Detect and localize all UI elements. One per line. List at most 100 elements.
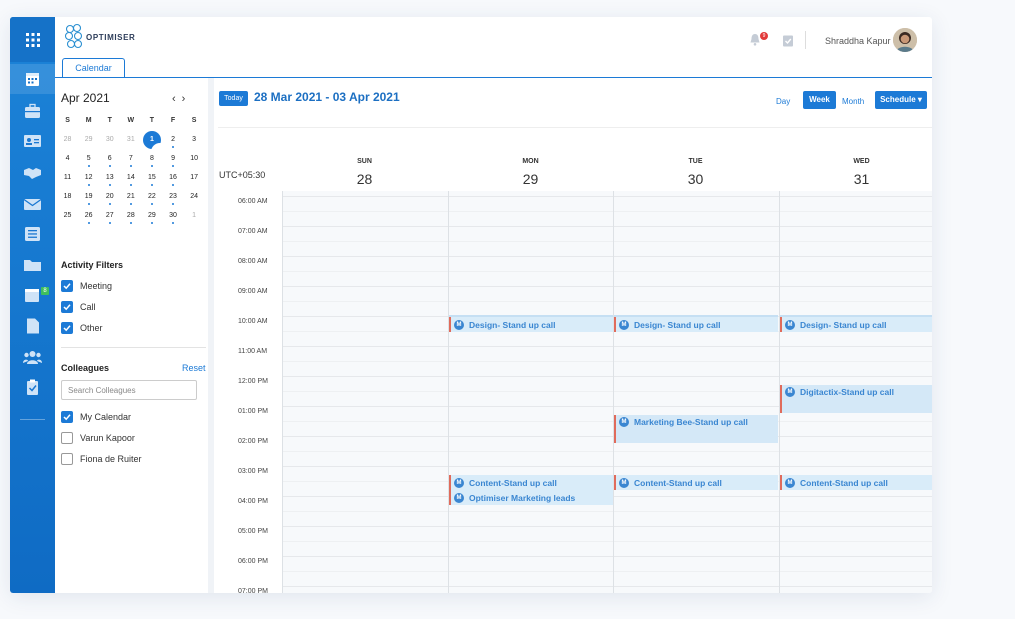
- mini-calendar-day[interactable]: 23: [162, 190, 183, 209]
- colleague-item[interactable]: Varun Kapoor: [61, 432, 135, 444]
- contact-card-icon[interactable]: [23, 133, 42, 149]
- mini-calendar-day[interactable]: 1: [141, 131, 169, 161]
- mini-calendar-day[interactable]: 21: [120, 190, 141, 209]
- mini-calendar-day[interactable]: 31: [120, 133, 141, 152]
- avatar[interactable]: [893, 28, 917, 52]
- sidebar-divider: [61, 347, 206, 348]
- view-day-button[interactable]: Day: [776, 97, 790, 106]
- mini-calendar-day[interactable]: 24: [184, 190, 205, 209]
- calendar-event[interactable]: M Content-Stand up call: [780, 475, 932, 490]
- user-name[interactable]: Shraddha Kapur: [825, 36, 891, 46]
- colleague-item[interactable]: Fiona de Ruiter: [61, 453, 142, 465]
- team-icon[interactable]: [23, 349, 42, 365]
- mini-calendar-day[interactable]: 29: [141, 209, 162, 228]
- reset-link[interactable]: Reset: [182, 363, 206, 373]
- mini-calendar-day[interactable]: 14: [120, 171, 141, 190]
- calendar-event[interactable]: M Design- Stand up call: [449, 317, 613, 332]
- checkbox[interactable]: [61, 322, 73, 334]
- mini-calendar-day[interactable]: 22: [141, 190, 162, 209]
- time-label: 08:00 AM: [238, 258, 268, 265]
- mini-calendar-day[interactable]: 10: [184, 152, 205, 171]
- colleague-item[interactable]: My Calendar: [61, 411, 131, 423]
- mini-calendar-day[interactable]: 17: [184, 171, 205, 190]
- checkbox[interactable]: [61, 453, 73, 465]
- day-header-wed[interactable]: WED 31: [779, 158, 932, 187]
- clipboard-icon[interactable]: [23, 379, 42, 395]
- activity-calendar-icon[interactable]: [23, 287, 42, 303]
- list-icon[interactable]: [23, 226, 42, 242]
- briefcase-icon[interactable]: [23, 103, 42, 119]
- mini-calendar-day[interactable]: 12: [78, 171, 99, 190]
- event-dot: [87, 165, 90, 167]
- event-dot: [172, 184, 175, 186]
- calendar-event[interactable]: M Marketing Bee-Stand up call: [614, 415, 778, 443]
- apps-grid-icon[interactable]: [10, 17, 55, 62]
- filter-other[interactable]: Other: [61, 322, 103, 334]
- document-icon[interactable]: [23, 318, 42, 334]
- tab-calendar[interactable]: Calendar: [62, 58, 125, 78]
- task-check-icon[interactable]: [782, 34, 794, 52]
- view-month-button[interactable]: Month: [842, 97, 864, 106]
- handshake-icon[interactable]: [23, 165, 42, 181]
- mini-calendar-day[interactable]: 4: [57, 152, 78, 171]
- folder-icon[interactable]: [23, 257, 42, 273]
- mini-calendar-day[interactable]: 2: [162, 133, 183, 152]
- half-hour-line: [282, 241, 932, 242]
- logo[interactable]: OPTIMISER: [63, 22, 135, 52]
- mini-calendar-day[interactable]: 9: [162, 152, 183, 171]
- calendar-event[interactable]: M Content-Stand up call: [614, 475, 778, 490]
- half-hour-line: [282, 421, 932, 422]
- mini-calendar-day[interactable]: 15: [141, 171, 162, 190]
- filter-meeting[interactable]: Meeting: [61, 280, 112, 292]
- day-header-mon[interactable]: MON 29: [448, 158, 613, 187]
- mini-calendar-day[interactable]: 30: [99, 133, 120, 152]
- calendar-event[interactable]: M Digitactix-Stand up call: [780, 385, 932, 413]
- mini-calendar-day[interactable]: 1: [184, 209, 205, 228]
- day-number: 29: [84, 136, 93, 143]
- today-button[interactable]: Today: [219, 91, 248, 106]
- half-hour-line: [282, 571, 932, 572]
- mini-calendar-day[interactable]: 11: [57, 171, 78, 190]
- checkbox[interactable]: [61, 432, 73, 444]
- calendar-event[interactable]: M Design- Stand up call: [614, 317, 778, 332]
- checkbox[interactable]: [61, 301, 73, 313]
- mini-calendar-day[interactable]: 26: [78, 209, 99, 228]
- meeting-icon: M: [785, 319, 795, 330]
- time-label: 06:00 AM: [238, 198, 268, 205]
- checkbox[interactable]: [61, 280, 73, 292]
- mini-calendar-day[interactable]: 5: [78, 152, 99, 171]
- filter-call[interactable]: Call: [61, 301, 96, 313]
- mini-calendar-day[interactable]: 16: [162, 171, 183, 190]
- day-name: TUE: [688, 158, 703, 165]
- mini-calendar-day[interactable]: 28: [57, 133, 78, 152]
- time-label: 05:00 PM: [238, 528, 268, 535]
- chevron-right-icon[interactable]: ›: [182, 93, 192, 105]
- calendar-event[interactable]: M Optimiser Marketing leads: [449, 490, 613, 505]
- search-colleagues-input[interactable]: [61, 380, 197, 400]
- mail-icon[interactable]: [23, 196, 42, 212]
- calendar-icon[interactable]: [10, 64, 55, 94]
- mini-calendar-day[interactable]: 19: [78, 190, 99, 209]
- chevron-left-icon[interactable]: ‹: [172, 93, 182, 105]
- checkbox[interactable]: [61, 411, 73, 423]
- day-name: SUN: [357, 158, 372, 165]
- schedule-dropdown[interactable]: Schedule ▾: [875, 91, 927, 109]
- mini-calendar-day[interactable]: 18: [57, 190, 78, 209]
- mini-calendar-day[interactable]: 6: [99, 152, 120, 171]
- day-header-sun[interactable]: SUN 28: [282, 158, 447, 187]
- mini-calendar-day[interactable]: 20: [99, 190, 120, 209]
- calendar-event[interactable]: M Content-Stand up call: [449, 475, 613, 490]
- mini-calendar-day[interactable]: 25: [57, 209, 78, 228]
- mini-calendar-day[interactable]: 8: [141, 152, 162, 171]
- day-header-tue[interactable]: TUE 30: [613, 158, 778, 187]
- mini-calendar-day[interactable]: 3: [184, 133, 205, 152]
- mini-calendar-day[interactable]: 29: [78, 133, 99, 152]
- sidebar: Apr 2021 ‹› S M T W T F S 28 29 30 31 1 2 3 4 5 6 7 8 9 10 11…: [55, 78, 208, 593]
- view-week-button[interactable]: Week: [803, 91, 836, 109]
- mini-calendar-day[interactable]: 7: [120, 152, 141, 171]
- mini-calendar-day[interactable]: 30: [162, 209, 183, 228]
- mini-calendar-day[interactable]: 28: [120, 209, 141, 228]
- mini-calendar-day[interactable]: 13: [99, 171, 120, 190]
- calendar-event[interactable]: M Design- Stand up call: [780, 317, 932, 332]
- mini-calendar-day[interactable]: 27: [99, 209, 120, 228]
